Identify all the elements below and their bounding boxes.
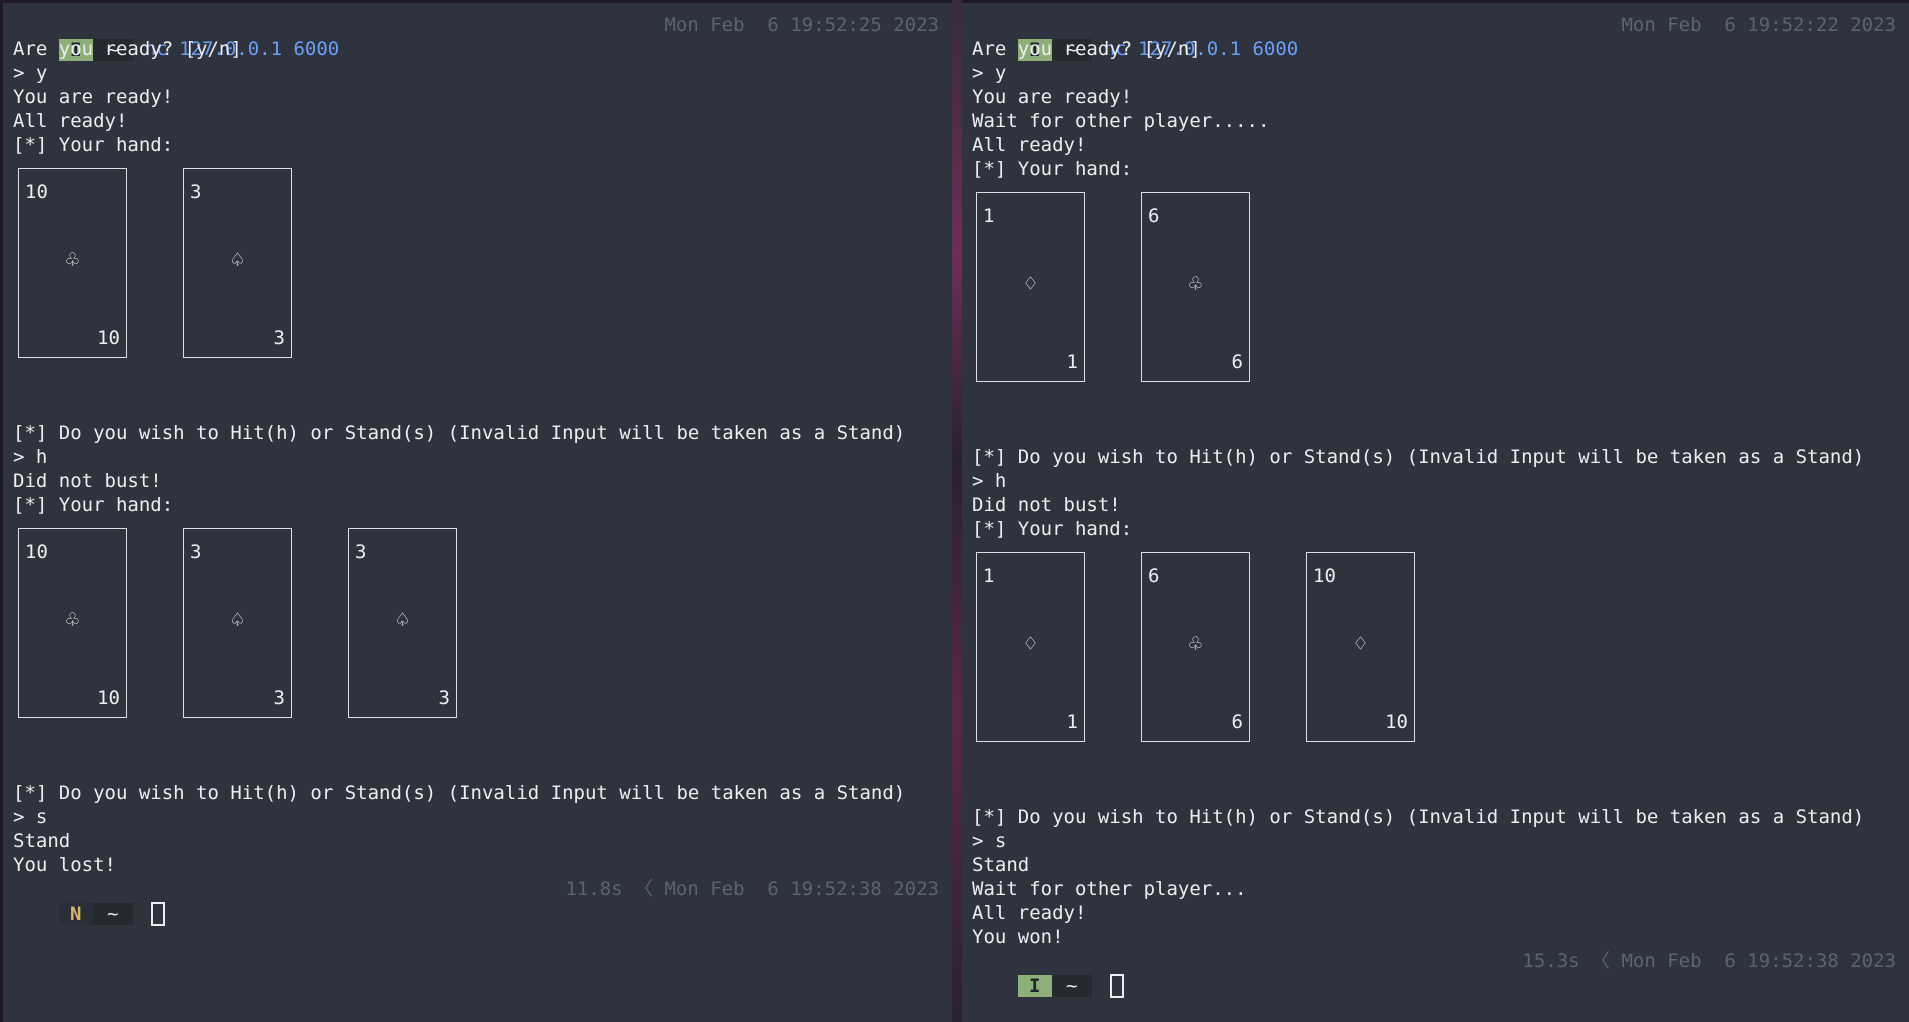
text-cursor[interactable] bbox=[1109, 973, 1124, 998]
output-line: Did not bust! bbox=[972, 494, 1121, 516]
vi-mode-indicator: I bbox=[1017, 974, 1052, 997]
card-rank: 1 bbox=[1066, 351, 1078, 373]
playing-card: 6 ♧ 6 bbox=[1141, 192, 1250, 382]
card-rank: 10 bbox=[25, 541, 48, 563]
output-line: > s bbox=[972, 830, 1007, 852]
shell-prompt: I ~ nc 127.0.0.1 6000 bbox=[972, 13, 1298, 61]
output-line: [*] Do you wish to Hit(h) or Stand(s) (I… bbox=[972, 446, 1865, 468]
club-icon: ♧ bbox=[65, 248, 80, 273]
output-line: [*] Do you wish to Hit(h) or Stand(s) (I… bbox=[972, 806, 1865, 828]
diamond-icon: ♢ bbox=[1353, 632, 1368, 657]
output-line: You are ready! bbox=[13, 86, 174, 108]
prompt-timestamp: Mon Feb 6 19:52:25 2023 bbox=[664, 14, 939, 36]
output-line: You are ready! bbox=[972, 86, 1133, 108]
output-line: Stand bbox=[13, 830, 71, 852]
output-line: All ready! bbox=[13, 110, 128, 132]
vi-mode-indicator: N bbox=[58, 902, 93, 925]
output-line: [*] Your hand: bbox=[13, 494, 174, 516]
card-rank: 3 bbox=[273, 687, 285, 709]
card-rank: 10 bbox=[97, 687, 120, 709]
card-rank: 10 bbox=[97, 327, 120, 349]
text-cursor[interactable] bbox=[150, 901, 165, 926]
playing-card: 1 ♢ 1 bbox=[976, 552, 1085, 742]
output-line: [*] Your hand: bbox=[13, 134, 174, 156]
spade-icon: ♤ bbox=[230, 248, 245, 273]
card-rank: 6 bbox=[1231, 351, 1243, 373]
card-rank: 3 bbox=[273, 327, 285, 349]
card-rank: 3 bbox=[190, 181, 202, 203]
output-line: [*] Your hand: bbox=[972, 158, 1133, 180]
card-rank: 3 bbox=[438, 687, 450, 709]
playing-card: 1 ♢ 1 bbox=[976, 192, 1085, 382]
club-icon: ♧ bbox=[65, 608, 80, 633]
card-rank: 3 bbox=[355, 541, 367, 563]
output-line: Stand bbox=[972, 854, 1030, 876]
card-rank: 6 bbox=[1148, 565, 1160, 587]
card-rank: 10 bbox=[1385, 711, 1408, 733]
diamond-icon: ♢ bbox=[1023, 632, 1038, 657]
output-line: [*] Do you wish to Hit(h) or Stand(s) (I… bbox=[13, 782, 906, 804]
prompt-timestamp: Mon Feb 6 19:52:22 2023 bbox=[1621, 14, 1896, 36]
shell-prompt: N ~ bbox=[13, 877, 165, 926]
card-rank: 6 bbox=[1148, 205, 1160, 227]
prompt-directory: ~ bbox=[1051, 974, 1092, 997]
card-rank: 1 bbox=[983, 205, 995, 227]
output-line: > h bbox=[972, 470, 1007, 492]
diamond-icon: ♢ bbox=[1023, 272, 1038, 297]
desktop-wallpaper-strip bbox=[952, 0, 962, 1022]
output-line: All ready! bbox=[972, 134, 1087, 156]
playing-card: 3 ♤ 3 bbox=[348, 528, 457, 718]
command-duration-timestamp: 15.3s 〈 Mon Feb 6 19:52:38 2023 bbox=[1522, 950, 1896, 972]
terminal-pane-right[interactable]: I ~ nc 127.0.0.1 6000 Mon Feb 6 19:52:22 2… bbox=[962, 3, 1909, 1022]
output-line: > y bbox=[13, 62, 48, 84]
card-rank: 6 bbox=[1231, 711, 1243, 733]
club-icon: ♧ bbox=[1188, 272, 1203, 297]
card-rank: 1 bbox=[1066, 711, 1078, 733]
output-line: You lost! bbox=[13, 854, 116, 876]
output-line: > h bbox=[13, 446, 48, 468]
output-line: Wait for other player... bbox=[972, 878, 1247, 900]
output-line: Are you ready? [y/n] bbox=[13, 38, 242, 60]
output-line: Are you ready? [y/n] bbox=[972, 38, 1201, 60]
prompt-directory: ~ bbox=[92, 902, 133, 925]
spade-icon: ♤ bbox=[395, 608, 410, 633]
shell-prompt: I ~ bbox=[972, 949, 1124, 998]
output-line: > s bbox=[13, 806, 48, 828]
output-line: [*] Do you wish to Hit(h) or Stand(s) (I… bbox=[13, 422, 906, 444]
command-duration-timestamp: 11.8s 〈 Mon Feb 6 19:52:38 2023 bbox=[565, 878, 939, 900]
club-icon: ♧ bbox=[1188, 632, 1203, 657]
playing-card: 3 ♤ 3 bbox=[183, 168, 292, 358]
output-line: Wait for other player..... bbox=[972, 110, 1270, 132]
spade-icon: ♤ bbox=[230, 608, 245, 633]
playing-card: 6 ♧ 6 bbox=[1141, 552, 1250, 742]
output-line: Did not bust! bbox=[13, 470, 162, 492]
playing-card: 10 ♧ 10 bbox=[18, 168, 127, 358]
playing-card: 10 ♢ 10 bbox=[1306, 552, 1415, 742]
card-rank: 1 bbox=[983, 565, 995, 587]
card-rank: 10 bbox=[1313, 565, 1336, 587]
output-line: All ready! bbox=[972, 902, 1087, 924]
card-rank: 10 bbox=[25, 181, 48, 203]
playing-card: 3 ♤ 3 bbox=[183, 528, 292, 718]
output-line: [*] Your hand: bbox=[972, 518, 1133, 540]
playing-card: 10 ♧ 10 bbox=[18, 528, 127, 718]
shell-prompt: I ~ nc 127.0.0.1 6000 bbox=[13, 13, 339, 61]
card-rank: 3 bbox=[190, 541, 202, 563]
output-line: > y bbox=[972, 62, 1007, 84]
output-line: You won! bbox=[972, 926, 1064, 948]
terminal-pane-left[interactable]: I ~ nc 127.0.0.1 6000 Mon Feb 6 19:52:25 2… bbox=[3, 3, 952, 1022]
